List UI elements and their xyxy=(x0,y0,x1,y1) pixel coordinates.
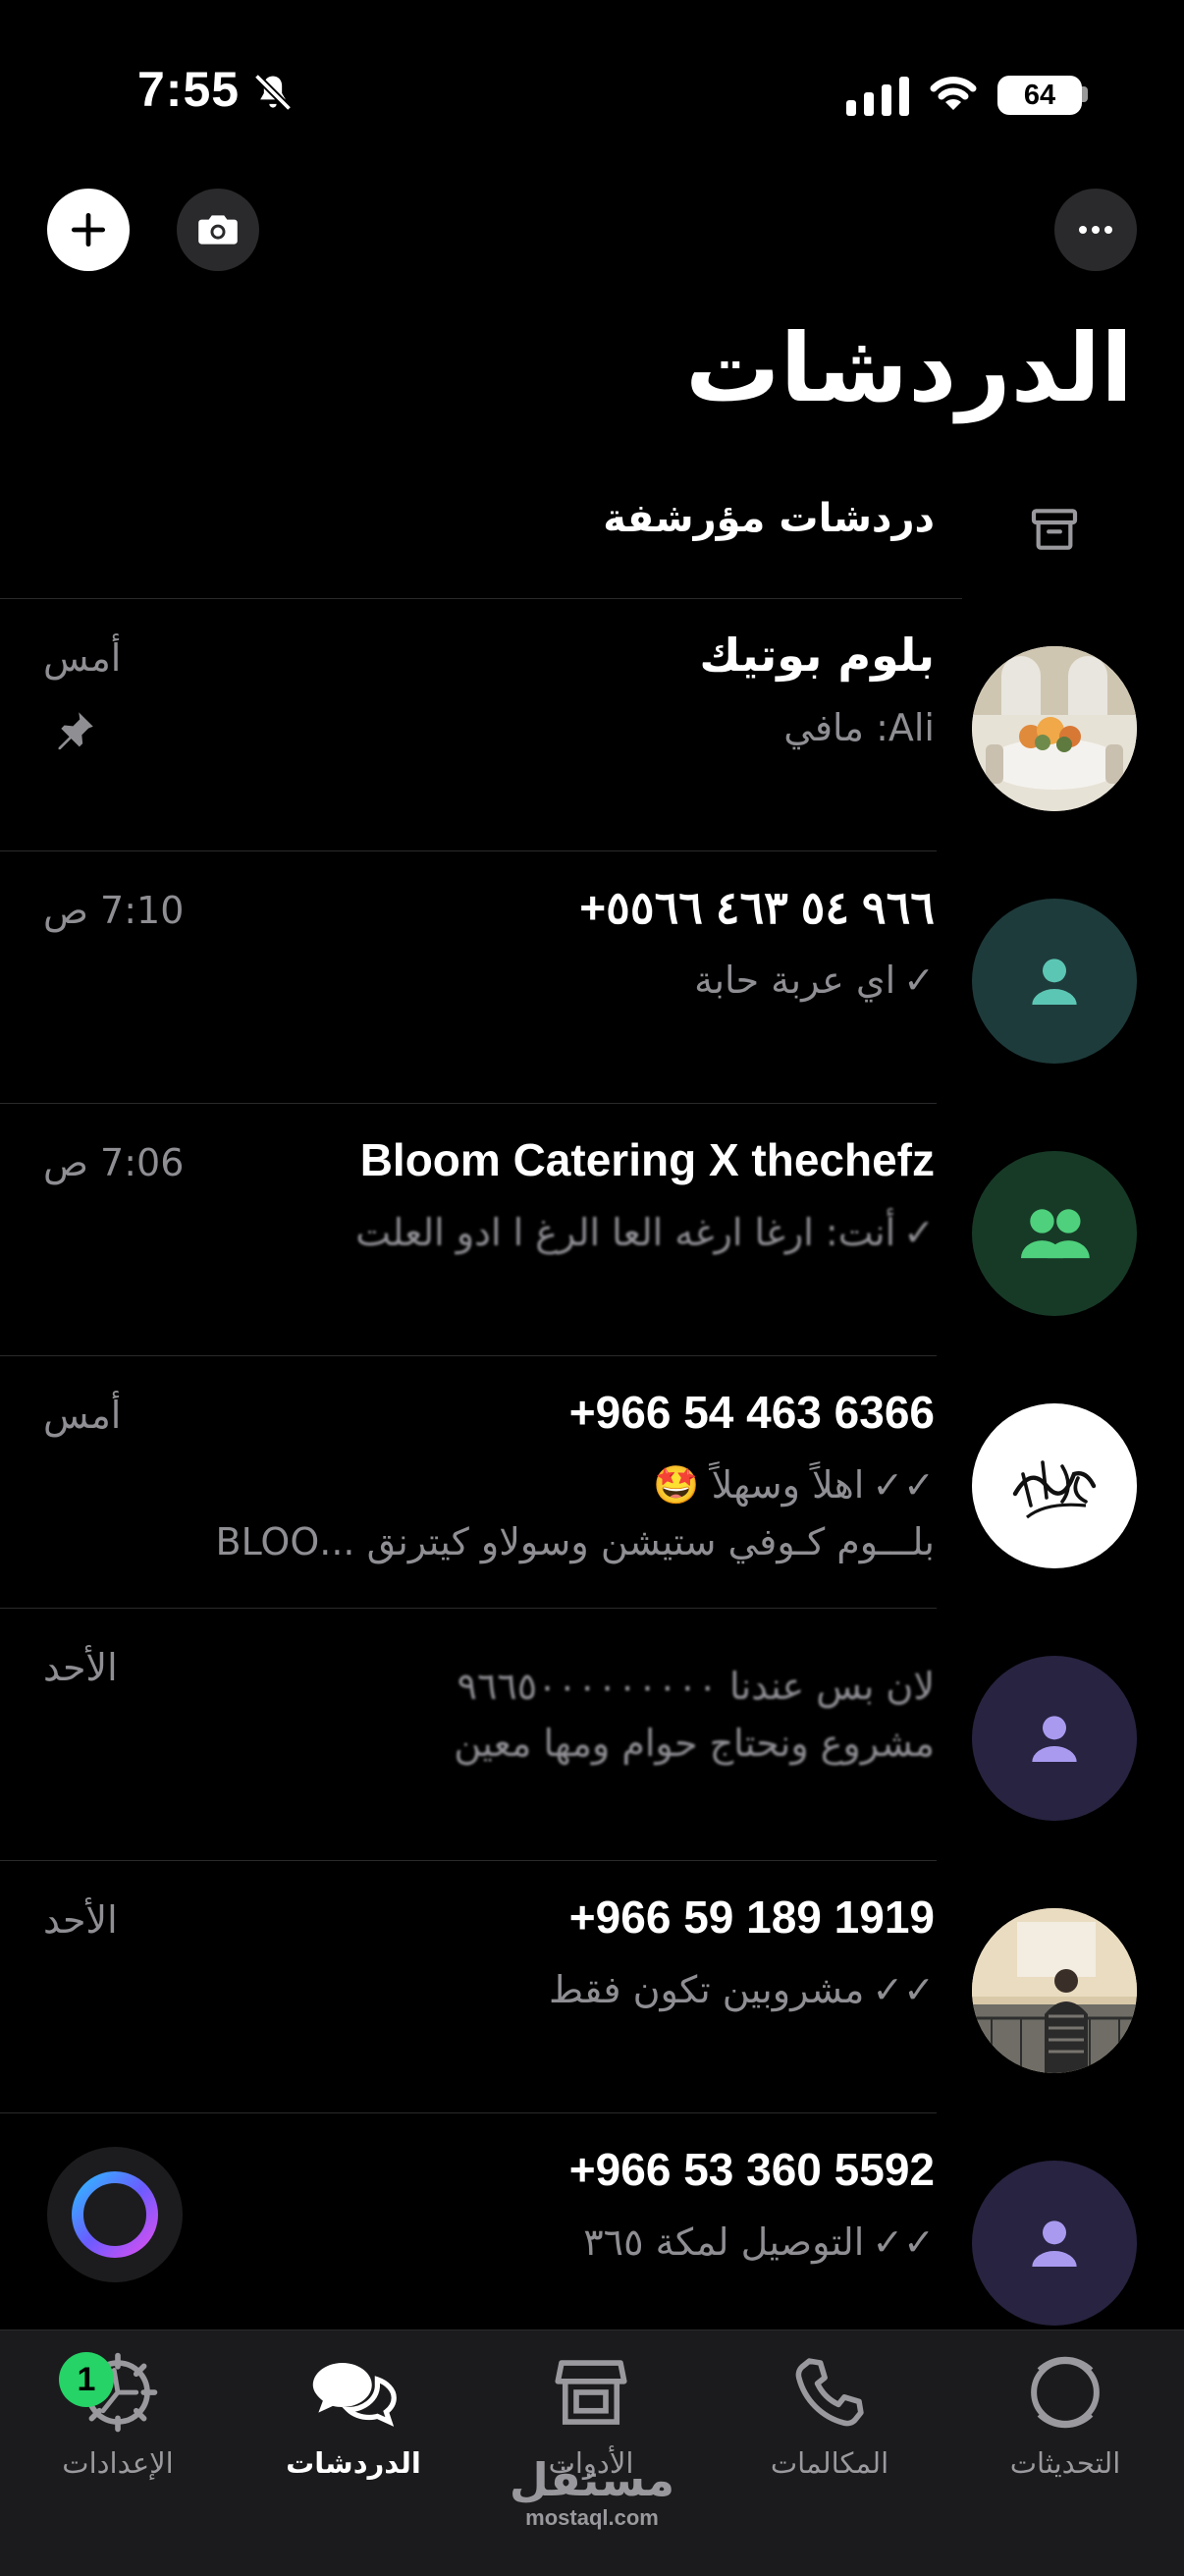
avatar xyxy=(972,646,1137,811)
venue-photo-icon xyxy=(972,646,1137,811)
chat-preview-text: التوصيل لمكة ٣٦٥ xyxy=(583,2220,865,2264)
avatar xyxy=(972,1403,1137,1568)
meta-ai-button[interactable] xyxy=(47,2147,183,2282)
new-chat-button[interactable] xyxy=(47,189,130,271)
page-title: الدردشات xyxy=(685,313,1133,423)
chat-preview: ✓اي عربة حابة xyxy=(169,952,935,1009)
chat-time: أمس xyxy=(43,1394,122,1437)
updates-icon xyxy=(1031,2356,1100,2429)
watermark-logo: مستقل mostaql.com xyxy=(481,2455,703,2532)
bell-muted-icon xyxy=(253,73,293,112)
plus-icon xyxy=(71,212,106,247)
chat-preview: ✓✓اهلاً وسهلاً 🤩 بلـــوم كـوفي ستيشن وسو… xyxy=(169,1456,935,1570)
chat-row[interactable]: Bloom Catering X thechefz 7:06 ص ✓أنت: ا… xyxy=(0,1104,1184,1356)
store-icon xyxy=(555,2360,627,2425)
avatar xyxy=(972,899,1137,1064)
tab-label: التحديثات xyxy=(1009,2446,1121,2480)
chat-name: بلوم بوتيك xyxy=(699,629,935,682)
chat-preview: ✓✓مشروبين تكون فقط xyxy=(169,1961,935,2018)
group-icon xyxy=(1020,1209,1090,1259)
chat-name: +966 59 189 1919 xyxy=(568,1891,935,1943)
chat-time: 7:10 ص xyxy=(43,889,185,932)
tab-label: الإعدادات xyxy=(62,2446,174,2480)
chat-preview-line2: مشروع ونحتاج حوام ومها معين xyxy=(454,1722,935,1765)
avatar xyxy=(972,2161,1137,2326)
chat-preview-text: اي عربة حابة xyxy=(694,959,896,1002)
chat-preview-text: اهلاً وسهلاً 🤩 xyxy=(653,1463,865,1507)
tab-settings[interactable]: الإعدادات 1 xyxy=(10,2348,226,2515)
pin-icon xyxy=(58,712,93,750)
archived-chats-row[interactable]: دردشات مؤرشفة xyxy=(0,466,1184,599)
watermark-latin: mostaql.com xyxy=(525,2505,659,2530)
chat-preview-text: أنت: ارغا ارغه العا الرغ ا ادو العلت xyxy=(355,1211,896,1254)
read-checkmark-icon: ✓✓ xyxy=(872,1968,935,2011)
read-checkmark-icon: ✓✓ xyxy=(872,1463,935,1507)
chat-name: Bloom Catering X thechefz xyxy=(359,1134,935,1185)
meta-ai-ring-icon xyxy=(72,2171,158,2258)
read-checkmark-icon: ✓✓ xyxy=(872,2220,935,2264)
status-bar: 7:55 64 xyxy=(0,0,1184,196)
person-icon xyxy=(1032,959,1077,1005)
camera-button[interactable] xyxy=(177,189,259,271)
notification-badge: 1 xyxy=(59,2352,114,2407)
tab-updates[interactable]: التحديثات xyxy=(957,2348,1173,2515)
calligraphy-logo-icon xyxy=(1012,1460,1097,1519)
chat-time: أمس xyxy=(43,636,122,680)
watermark-arabic: مستقل xyxy=(509,2453,675,2506)
chat-preview: ✓أنت: ارغا ارغه العا الرغ ا ادو العلت xyxy=(169,1204,935,1261)
person-icon xyxy=(1032,1716,1077,1762)
chat-row[interactable]: +966 54 463 6366 أمس ✓✓اهلاً وسهلاً 🤩 بل… xyxy=(0,1356,1184,1609)
chat-preview: Ali: مافي xyxy=(169,699,935,756)
chat-list: بلوم بوتيك أمس Ali: مافي +٩٦٦ ٥٤ ٤٦٣ ٥٥٦… xyxy=(0,599,1184,2366)
tab-label: الدردشات xyxy=(286,2446,421,2480)
chat-time: الأحد xyxy=(43,1898,118,1942)
chat-preview: ✓✓التوصيل لمكة ٣٦٥ xyxy=(169,2214,935,2271)
status-time: 7:55 xyxy=(137,62,241,117)
archive-box-icon xyxy=(1031,509,1078,550)
battery-indicator: 64 xyxy=(997,76,1082,115)
chat-preview: لان بس عندنا ٩٦٦٥٠٠٠٠٠٠٠٠٠ مشروع ونحتاج … xyxy=(169,1658,935,1772)
chat-name: +966 53 360 5592 xyxy=(568,2144,935,2195)
avatar xyxy=(972,1656,1137,1821)
chat-row[interactable]: بلوم بوتيك أمس Ali: مافي xyxy=(0,599,1184,851)
more-options-button[interactable] xyxy=(1054,189,1137,271)
wifi-icon xyxy=(930,77,977,110)
chat-name: +٩٦٦ ٥٤ ٤٦٣ ٥٥٦٦ xyxy=(579,882,935,933)
avatar xyxy=(972,1908,1137,2073)
cellular-signal-icon xyxy=(846,77,909,116)
chat-preview-text: مشروبين تكون فقط xyxy=(549,1968,865,2011)
chat-row[interactable]: +٩٦٦ ٥٤ ٤٦٣ ٥٥٦٦ 7:10 ص ✓اي عربة حابة xyxy=(0,851,1184,1104)
person-icon xyxy=(1032,2220,1077,2267)
phone-icon xyxy=(795,2358,864,2427)
avatar xyxy=(972,1151,1137,1316)
chat-time: الأحد xyxy=(43,1646,118,1689)
tab-label: المكالمات xyxy=(770,2446,889,2480)
chat-row[interactable]: +966 59 189 1919 الأحد ✓✓مشروبين تكون فق… xyxy=(0,1861,1184,2113)
archived-chats-label: دردشات مؤرشفة xyxy=(603,496,935,541)
read-checkmark-icon: ✓ xyxy=(903,1211,935,1254)
battery-tip xyxy=(1082,86,1088,102)
tab-chats[interactable]: الدردشات xyxy=(245,2348,461,2515)
chat-preview-text: لان بس عندنا ٩٦٦٥٠٠٠٠٠٠٠٠٠ xyxy=(457,1665,935,1708)
chat-name: +966 54 463 6366 xyxy=(568,1387,935,1438)
ellipsis-icon xyxy=(1079,226,1112,234)
chats-icon xyxy=(312,2363,397,2427)
chat-time: 7:06 ص xyxy=(43,1141,185,1184)
tab-calls[interactable]: المكالمات xyxy=(722,2348,938,2515)
chat-row[interactable]: الأحد لان بس عندنا ٩٦٦٥٠٠٠٠٠٠٠٠٠ مشروع و… xyxy=(0,1609,1184,1861)
man-photo-icon xyxy=(972,1908,1137,2073)
chat-preview-text: Ali: مافي xyxy=(783,706,935,749)
read-checkmark-icon: ✓ xyxy=(903,959,935,1002)
chat-preview-line2: بلـــوم كـوفي ستيشن وسولاو كيترنق ...BLO… xyxy=(215,1520,935,1563)
camera-icon xyxy=(198,215,238,245)
